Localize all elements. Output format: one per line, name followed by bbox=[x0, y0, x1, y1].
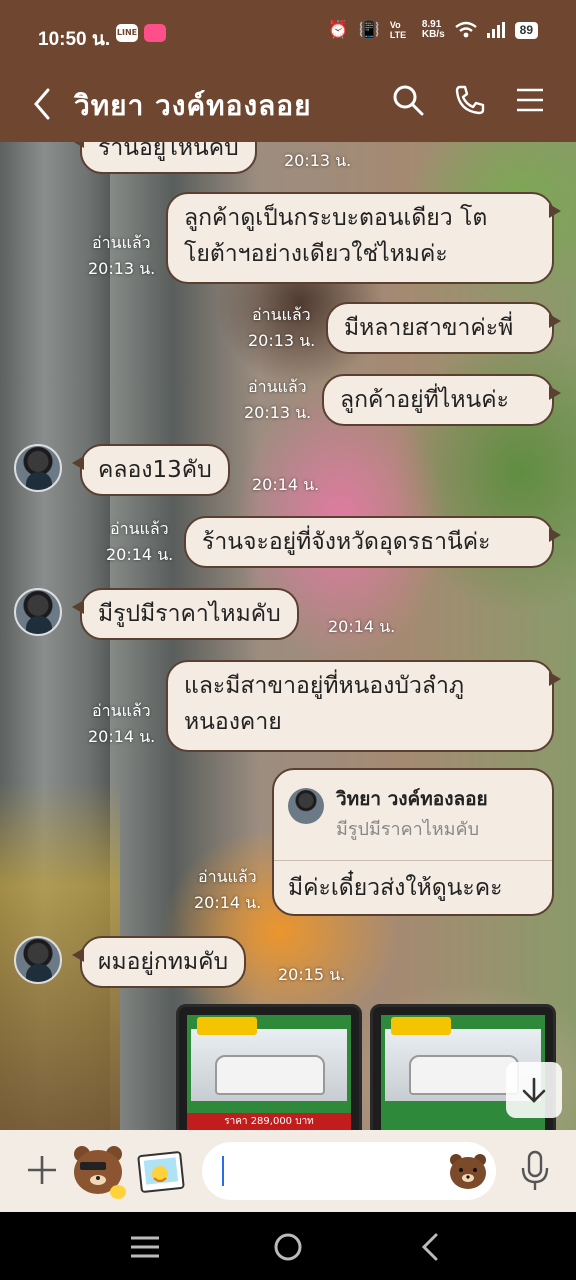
message-bubble-incoming[interactable]: มีรูปมีราคาไหมคับ bbox=[72, 588, 299, 640]
reply-message-card[interactable]: วิทยา วงค์ทองลอย มีรูปมีราคาไหมคับ มีค่ะ… bbox=[272, 768, 554, 916]
reply-divider bbox=[274, 860, 552, 861]
emoji-icon[interactable] bbox=[448, 1152, 488, 1190]
system-nav-bar bbox=[0, 1212, 576, 1280]
photo-banner bbox=[197, 1017, 257, 1035]
message-time: 20:14 น. bbox=[194, 893, 262, 912]
message-bubble-outgoing[interactable]: มีหลายสาขาค่ะพี่ bbox=[326, 302, 561, 354]
network-type: Vo LTE bbox=[389, 20, 407, 40]
plus-icon[interactable] bbox=[24, 1152, 60, 1188]
read-receipt: อ่านแล้ว bbox=[92, 233, 151, 252]
read-receipt: อ่านแล้ว bbox=[92, 701, 151, 720]
status-indicators: ⏰ 📳 Vo LTE 8.91 KB/s 89 bbox=[327, 20, 538, 40]
signal-icon bbox=[486, 22, 505, 38]
message-bubble-outgoing[interactable]: ลูกค้าอยู่ที่ไหนค่ะ bbox=[322, 374, 561, 426]
net-speed: 8.91 KB/s bbox=[422, 20, 445, 40]
net-speed-unit: KB/s bbox=[421, 29, 445, 40]
scroll-to-bottom-button[interactable] bbox=[506, 1062, 562, 1118]
menu-icon[interactable] bbox=[514, 84, 546, 116]
message-line: ลูกค้าดูเป็นกระบะตอนเดียว โต bbox=[184, 205, 488, 231]
message-bubble-incoming[interactable]: ผมอยู่กทมคับ bbox=[71, 936, 247, 988]
read-receipt: อ่านแล้ว bbox=[110, 519, 169, 538]
search-icon[interactable] bbox=[392, 84, 424, 116]
read-receipt: อ่านแล้ว bbox=[248, 377, 307, 396]
message-bubble-outgoing[interactable]: ลูกค้าดูเป็นกระบะตอนเดียว โต โยต้าฯอย่าง… bbox=[166, 192, 561, 284]
message-time: 20:15 น. bbox=[278, 965, 346, 984]
read-receipt: อ่านแล้ว bbox=[252, 305, 311, 324]
photo-image: ราคา 289,000 บาท bbox=[187, 1015, 351, 1130]
avatar[interactable] bbox=[14, 936, 62, 984]
sticker-photo-icon[interactable] bbox=[136, 1148, 186, 1196]
recent-apps-icon[interactable] bbox=[128, 1230, 162, 1264]
reply-avatar bbox=[288, 788, 324, 824]
message-bubble-outgoing[interactable]: ร้านจะอยู่ที่จังหวัดอุดรธานีค่ะ bbox=[184, 516, 561, 568]
photo-banner bbox=[391, 1017, 451, 1035]
message-time: 20:14 น. bbox=[328, 617, 396, 636]
message-bubble-incoming[interactable]: ร้านอยู่ไหนคับ bbox=[72, 142, 257, 174]
status-bar: 10:50 น. LINE ⏰ 📳 Vo LTE 8.91 KB/s 89 bbox=[0, 0, 576, 70]
message-line: หนองคาย bbox=[184, 709, 282, 735]
sticker-brown-icon[interactable] bbox=[70, 1142, 126, 1200]
message-bubble-incoming[interactable]: คลอง13คับ bbox=[72, 444, 230, 496]
phone-icon[interactable] bbox=[454, 84, 486, 116]
back-icon[interactable] bbox=[30, 86, 56, 122]
reply-message-text: มีค่ะเดี๋ยวส่งให้ดูนะคะ bbox=[288, 875, 503, 901]
battery-indicator: 89 bbox=[514, 21, 538, 39]
message-time: 20:14 น. bbox=[252, 475, 320, 494]
message-time: 20:14 น. bbox=[106, 545, 174, 564]
text-caret bbox=[222, 1156, 224, 1186]
read-receipt: อ่านแล้ว bbox=[198, 867, 257, 886]
mic-icon[interactable] bbox=[520, 1150, 550, 1192]
arrow-down-icon bbox=[522, 1077, 546, 1103]
avatar[interactable] bbox=[14, 588, 62, 636]
chat-header: วิทยา วงค์ทองลอย bbox=[0, 70, 576, 142]
message-bubble-outgoing[interactable]: และมีสาขาอยู่ที่หนองบัวลำภู หนองคาย bbox=[166, 660, 561, 752]
chat-title[interactable]: วิทยา วงค์ทองลอย bbox=[74, 84, 312, 128]
reply-sender-name: วิทยา วงค์ทองลอย bbox=[336, 788, 488, 810]
chat-area[interactable]: ร้านอยู่ไหนคับ 20:13 น. ลูกค้าดูเป็นกระบ… bbox=[0, 142, 576, 1130]
message-line: และมีสาขาอยู่ที่หนองบัวลำภู bbox=[184, 673, 465, 699]
home-icon[interactable] bbox=[271, 1230, 305, 1264]
alarm-icon: ⏰ bbox=[327, 20, 349, 39]
wifi-icon bbox=[454, 21, 477, 38]
vibrate-icon: 📳 bbox=[358, 20, 380, 39]
reply-quoted-text[interactable]: มีรูปมีราคาไหมคับ bbox=[336, 814, 479, 843]
photo-car bbox=[409, 1055, 519, 1095]
app-notification-icon bbox=[144, 24, 166, 42]
message-time: 20:14 น. bbox=[88, 727, 156, 746]
nav-back-icon[interactable] bbox=[414, 1230, 448, 1264]
message-time: 20:13 น. bbox=[244, 403, 312, 422]
photo-message[interactable]: ราคา 289,000 บาท bbox=[176, 1004, 362, 1130]
photo-car bbox=[215, 1055, 325, 1095]
input-bar bbox=[0, 1130, 576, 1212]
message-time: 20:13 น. bbox=[88, 259, 156, 278]
photo-price: ราคา 289,000 บาท bbox=[187, 1113, 351, 1130]
avatar[interactable] bbox=[14, 444, 62, 492]
status-time: 10:50 น. bbox=[38, 29, 111, 50]
line-notification-icon: LINE bbox=[116, 24, 138, 42]
message-time: 20:13 น. bbox=[248, 331, 316, 350]
message-line: โยต้าฯอย่างเดียวใช่ไหมค่ะ bbox=[184, 241, 448, 267]
message-time: 20:13 น. bbox=[284, 151, 352, 170]
